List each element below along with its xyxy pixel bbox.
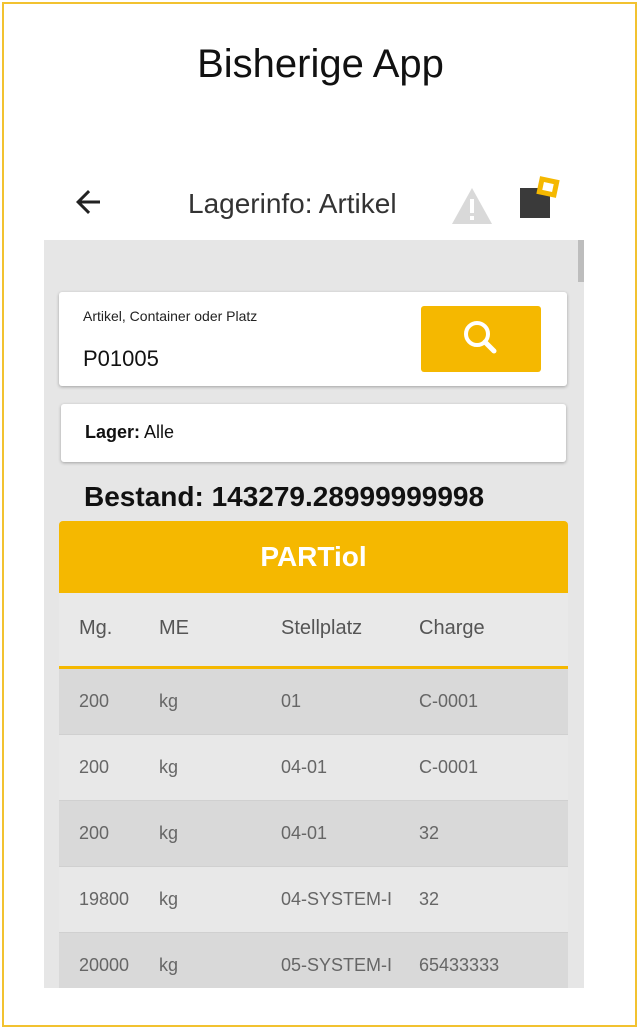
col-header-mg: Mg. <box>79 617 113 639</box>
cell-me: kg <box>159 691 179 711</box>
col-header-stellplatz: Stellplatz <box>281 617 363 639</box>
cell-mg: 200 <box>79 823 110 843</box>
slide-title: Bisherige App <box>197 42 444 86</box>
section-title: PARTiol <box>260 541 367 572</box>
search-input[interactable] <box>83 346 383 372</box>
cell-stellplatz: 04-SYSTEM-I <box>281 889 393 909</box>
table-row[interactable]: 200 kg 01 C-0001 <box>59 669 568 735</box>
cell-mg: 200 <box>79 757 110 777</box>
table-row[interactable]: 19800 kg 04-SYSTEM-I 32 <box>59 867 568 933</box>
scrollbar[interactable] <box>578 240 584 282</box>
app-screen[interactable]: Artikel, Container oder Platz Lager: All… <box>44 240 584 988</box>
cell-stellplatz: 04-01 <box>281 823 328 843</box>
cell-charge: 65433333 <box>419 955 500 975</box>
col-header-me: ME <box>159 617 189 639</box>
cell-me: kg <box>159 823 179 843</box>
app-header: Lagerinfo: Artikel <box>44 170 584 240</box>
search-button[interactable] <box>421 306 541 372</box>
cell-stellplatz: 04-01 <box>281 757 328 777</box>
table-row[interactable]: 200 kg 04-01 32 <box>59 801 568 867</box>
cell-mg: 20000 <box>79 955 130 975</box>
lager-select[interactable]: Lager: Alle <box>61 404 566 462</box>
cell-me: kg <box>159 757 179 777</box>
col-header-charge: Charge <box>419 617 485 639</box>
search-icon <box>464 321 497 354</box>
cell-charge: C-0001 <box>419 757 479 777</box>
lager-text: Lager: Alle <box>85 422 174 443</box>
arrow-left-icon[interactable] <box>70 184 106 220</box>
cell-stellplatz: 01 <box>281 691 302 711</box>
table-row[interactable]: 200 kg 04-01 C-0001 <box>59 735 568 801</box>
cell-mg: 19800 <box>79 889 130 909</box>
warning-icon[interactable] <box>450 186 494 226</box>
cell-me: kg <box>159 889 179 909</box>
table-header: Mg. ME Stellplatz Charge <box>59 593 568 669</box>
cell-charge: 32 <box>419 823 440 843</box>
section-header: PARTiol <box>59 521 568 593</box>
cell-me: kg <box>159 955 179 975</box>
cell-stellplatz: 05-SYSTEM-I <box>281 955 393 975</box>
cell-charge: 32 <box>419 889 440 909</box>
lager-key: Lager: <box>85 422 141 442</box>
lager-value: Alle <box>144 422 175 442</box>
cell-mg: 200 <box>79 691 110 711</box>
app-logo-icon <box>520 176 560 218</box>
table-row[interactable]: 20000 kg 05-SYSTEM-I 65433333 <box>59 933 568 988</box>
search-card: Artikel, Container oder Platz <box>59 292 567 386</box>
bestand-total: Bestand: 143279.28999999998 <box>84 481 485 512</box>
search-label: Artikel, Container oder Platz <box>83 308 258 324</box>
page-title: Lagerinfo: Artikel <box>188 188 397 219</box>
cell-charge: C-0001 <box>419 691 479 711</box>
